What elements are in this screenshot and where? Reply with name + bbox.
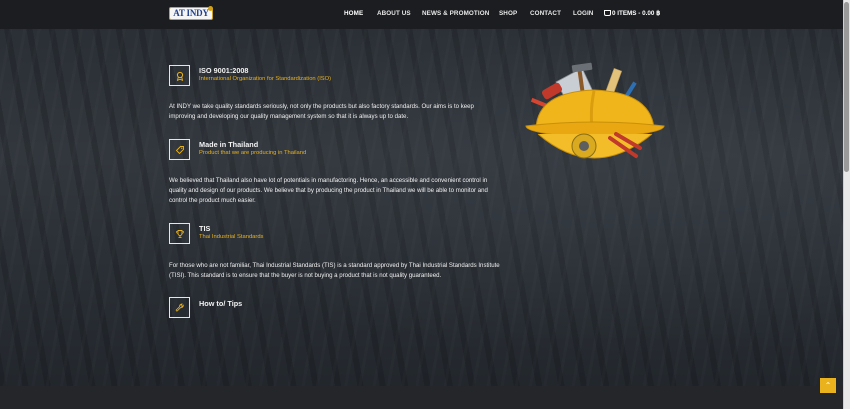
scrollbar-thumb[interactable] [844, 2, 849, 172]
nav-news-promotion[interactable]: NEWS & PROMOTION [422, 10, 489, 17]
nav-about-us[interactable]: ABOUT US [377, 10, 411, 17]
feature-paragraph-made-in-thailand: We believed that Thailand also have lot … [169, 177, 488, 204]
tag-icon [169, 139, 190, 160]
cart-icon [604, 10, 611, 16]
cart-label: 0 ITEMS - 0.00 ฿ [612, 10, 661, 17]
trophy-icon [169, 223, 190, 244]
hard-hat-tools-illustration [525, 62, 665, 159]
feature-paragraph-tis: For those who are not familiar, Thai Ind… [169, 262, 500, 279]
feature-title-made-in-thailand: Made in Thailand [199, 140, 259, 149]
nav-home[interactable]: HOME [344, 10, 363, 17]
feature-paragraph-iso: At INDY we take quality standards seriou… [169, 103, 474, 120]
page-scrollbar[interactable] [843, 0, 850, 409]
footer [0, 386, 843, 409]
site-logo[interactable]: AT INDY [169, 7, 213, 20]
nav-shop[interactable]: SHOP [499, 10, 517, 17]
feature-title-tis: TIS [199, 224, 211, 233]
nav-contact[interactable]: CONTACT [530, 10, 561, 17]
logo-mark [208, 6, 213, 11]
nav-login[interactable]: LOGIN [573, 10, 593, 17]
wrench-icon [169, 297, 190, 318]
feature-title-how-to-tips[interactable]: How to/ Tips [199, 299, 242, 308]
cart-link[interactable]: 0 ITEMS - 0.00 ฿ [604, 10, 660, 17]
feature-subtitle-iso: International Organization for Standardi… [199, 76, 332, 82]
back-to-top-button[interactable]: ⌃ [820, 378, 836, 393]
chevron-up-icon: ⌃ [824, 380, 832, 390]
feature-subtitle-made-in-thailand: Product that we are producing in Thailan… [199, 150, 307, 156]
award-icon [169, 65, 190, 86]
feature-title-iso: ISO 9001:2008 [199, 66, 249, 75]
logo-text: AT INDY [173, 8, 209, 18]
feature-subtitle-tis: Thai Industrial Standards [199, 234, 264, 240]
top-navbar: AT INDY HOME ABOUT US NEWS & PROMOTION S… [0, 0, 843, 29]
